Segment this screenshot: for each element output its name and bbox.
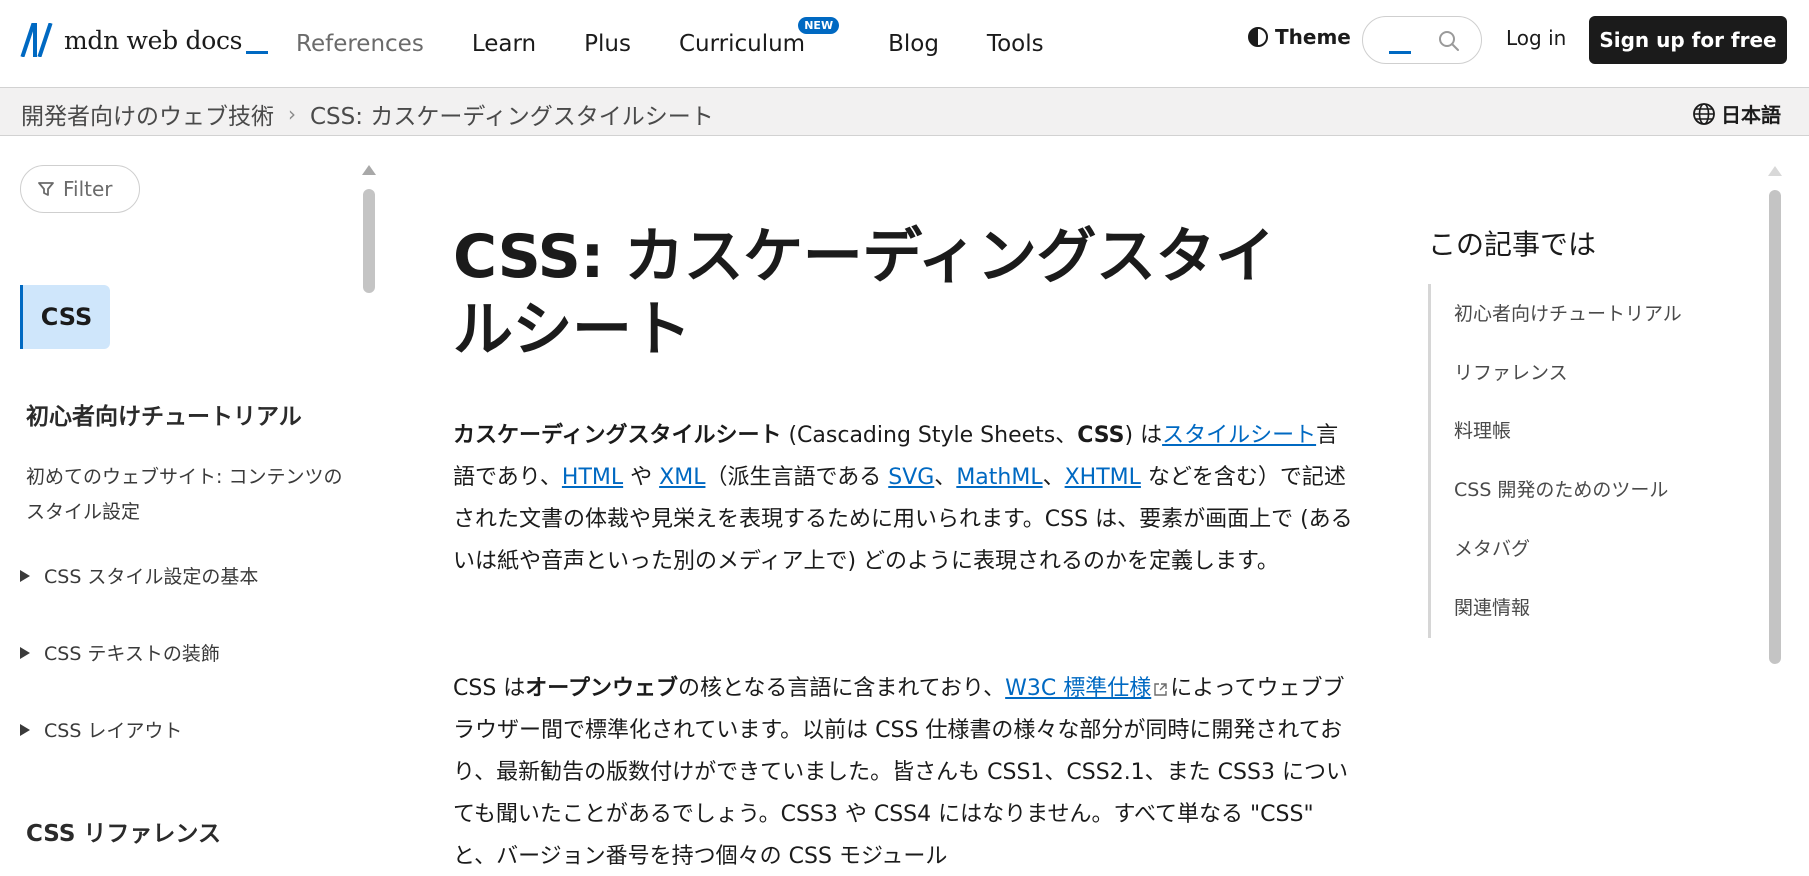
filter-label: Filter [63, 177, 113, 201]
sidebar-scrollbar[interactable] [363, 189, 375, 293]
toc-title: この記事では [1428, 228, 1597, 261]
sidebar-toggle-layout[interactable]: CSS レイアウト [20, 716, 182, 743]
link-xml[interactable]: XML [659, 465, 705, 490]
top-navigation: mdn web docs References Learn Plus Curri… [0, 0, 1809, 88]
main-menu: References Learn Plus Curriculum NEW Blo… [296, 0, 1092, 88]
search-icon[interactable] [1437, 29, 1461, 53]
triangle-right-icon [20, 569, 30, 582]
breadcrumb-item-web-tech[interactable]: 開発者向けのウェブ技術 [21, 97, 274, 131]
search-cursor [1389, 51, 1411, 54]
filter-button[interactable]: Filter [20, 165, 140, 213]
filter-icon [38, 182, 54, 196]
mdn-logo-icon [20, 23, 53, 57]
link-mathml[interactable]: MathML [956, 465, 1042, 490]
nav-tools[interactable]: Tools [987, 31, 1044, 57]
toc-divider [1428, 284, 1431, 638]
page-scroll-up-icon[interactable] [1768, 166, 1782, 176]
nav-blog[interactable]: Blog [888, 31, 939, 57]
signup-button[interactable]: Sign up for free [1589, 16, 1787, 64]
toc-item-tools[interactable]: CSS 開発のためのツール [1454, 475, 1668, 502]
sidebar-toggle-label: CSS スタイル設定の基本 [44, 566, 259, 588]
sidebar-scroll-up-icon[interactable] [362, 165, 376, 175]
triangle-right-icon [20, 723, 30, 736]
logo-cursor [246, 50, 269, 54]
toc-item-reference[interactable]: リファレンス [1454, 358, 1568, 385]
toc-item-tutorials[interactable]: 初心者向けチュートリアル [1454, 299, 1682, 326]
sidebar-item-first-website[interactable]: 初めてのウェブサイト: コンテンツのスタイル設定 [26, 460, 346, 530]
toc-item-meta-bugs[interactable]: メタバグ [1454, 534, 1530, 561]
text-run: によってウェブブラウザー間で標準化されています。以前は CSS 仕様書の様々な部… [453, 676, 1348, 869]
link-label: W3C 標準仕様 [1005, 676, 1152, 701]
language-switcher[interactable]: 日本語 [1692, 99, 1781, 128]
breadcrumb-bar: 開発者向けのウェブ技術 › CSS: カスケーディングスタイルシート 日本語 [0, 88, 1809, 136]
sidebar-item-css[interactable]: CSS [20, 285, 110, 349]
sidebar: Filter CSS 初心者向けチュートリアル 初めてのウェブサイト: コンテン… [0, 137, 380, 876]
language-label: 日本語 [1721, 103, 1781, 127]
chevron-right-icon: › [288, 102, 296, 126]
nav-curriculum-label: Curriculum [678, 31, 806, 57]
term-bold: カスケーディングスタイルシート [453, 423, 782, 448]
text-run: （派生言語である [705, 465, 889, 490]
page-scrollbar[interactable] [1769, 190, 1781, 664]
nav-learn[interactable]: Learn [472, 31, 536, 57]
link-svg[interactable]: SVG [888, 465, 934, 490]
table-of-contents: この記事では 初心者向けチュートリアル リファレンス 料理帳 CSS 開発のため… [1428, 137, 1748, 876]
intro-paragraph: カスケーディングスタイルシート (Cascading Style Sheets、… [453, 415, 1353, 583]
login-link[interactable]: Log in [1506, 26, 1566, 50]
breadcrumb: 開発者向けのウェブ技術 › CSS: カスケーディングスタイルシート [21, 97, 714, 131]
link-w3c-standards[interactable]: W3C 標準仕様 [1005, 676, 1170, 701]
main-content: CSS: カスケーディングスタイルシート カスケーディングスタイルシート (Ca… [453, 137, 1358, 876]
new-badge: NEW [798, 17, 840, 34]
text-run: ) は [1124, 423, 1163, 448]
logo-text: mdn web docs [64, 25, 243, 55]
theme-switcher[interactable]: Theme [1247, 25, 1351, 49]
text-run: の核となる言語に含まれており、 [677, 676, 1006, 701]
term-bold: オープンウェブ [525, 676, 678, 701]
mdn-logo[interactable]: mdn web docs [20, 22, 269, 58]
link-stylesheet[interactable]: スタイルシート [1162, 423, 1316, 448]
text-run: CSS は [453, 676, 526, 701]
sidebar-heading-reference[interactable]: CSS リファレンス [26, 814, 221, 848]
sidebar-toggle-text-styling[interactable]: CSS テキストの装飾 [20, 639, 220, 666]
standards-paragraph: CSS はオープンウェブの核となる言語に含まれており、W3C 標準仕様 によってウ… [453, 668, 1353, 876]
text-run: 、 [1042, 465, 1065, 490]
theme-icon [1248, 27, 1268, 47]
theme-label: Theme [1275, 25, 1351, 49]
breadcrumb-item-css[interactable]: CSS: カスケーディングスタイルシート [310, 97, 714, 131]
nav-references[interactable]: References [296, 31, 424, 57]
search-input[interactable] [1362, 16, 1482, 64]
text-run: (Cascading Style Sheets、 [781, 423, 1078, 448]
toc-item-see-also[interactable]: 関連情報 [1454, 593, 1530, 620]
toc-item-cookbook[interactable]: 料理帳 [1454, 416, 1511, 443]
text-run: や [623, 465, 660, 490]
sidebar-heading-tutorials[interactable]: 初心者向けチュートリアル [26, 397, 302, 431]
triangle-right-icon [20, 646, 30, 659]
globe-icon [1693, 102, 1715, 125]
text-run: 、 [934, 465, 957, 490]
sidebar-toggle-label: CSS レイアウト [44, 720, 183, 742]
term-bold: CSS [1077, 423, 1125, 448]
link-html[interactable]: HTML [562, 465, 623, 490]
link-xhtml[interactable]: XHTML [1065, 465, 1141, 490]
sidebar-toggle-label: CSS テキストの装飾 [44, 643, 220, 665]
nav-plus[interactable]: Plus [584, 31, 631, 57]
nav-curriculum[interactable]: Curriculum NEW [678, 17, 840, 57]
page-title: CSS: カスケーディングスタイルシート [453, 222, 1275, 365]
sidebar-toggle-styling-basics[interactable]: CSS スタイル設定の基本 [20, 562, 258, 589]
external-link-icon [1154, 682, 1167, 696]
